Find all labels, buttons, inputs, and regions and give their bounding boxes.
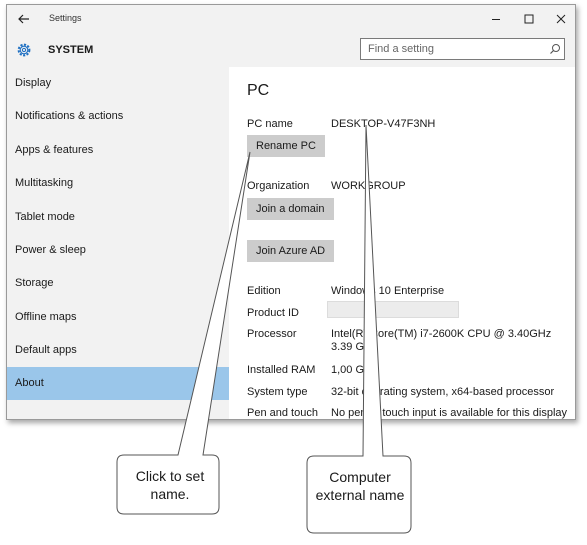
sidebar-item-multitasking[interactable]: Multitasking <box>7 167 229 200</box>
sidebar-item-display[interactable]: Display <box>7 67 229 100</box>
sidebar: Display Notifications & actions Apps & f… <box>7 67 229 419</box>
system-type-label: System type <box>247 386 308 398</box>
callout-left-text: Click to set name. <box>135 468 205 502</box>
join-azure-ad-button[interactable]: Join Azure AD <box>247 240 335 262</box>
organization-label: Organization <box>247 180 310 192</box>
search-icon[interactable] <box>549 43 561 55</box>
processor-label: Processor <box>247 328 297 340</box>
settings-window: Settings SYSTEM Display Notifications & … <box>6 4 576 420</box>
installed-ram-value: 1,00 GB <box>331 364 372 376</box>
sidebar-item-apps-features[interactable]: Apps & features <box>7 134 229 167</box>
pen-touch-value: No pen or touch input is available for t… <box>331 407 568 419</box>
sidebar-item-default-apps[interactable]: Default apps <box>7 334 229 367</box>
page-title: PC <box>247 82 270 99</box>
product-id-redacted <box>327 301 459 318</box>
title-bar: Settings <box>7 5 575 33</box>
sidebar-item-about[interactable]: About <box>7 367 229 400</box>
sidebar-item-storage[interactable]: Storage <box>7 267 229 300</box>
sidebar-item-tablet-mode[interactable]: Tablet mode <box>7 201 229 234</box>
maximize-icon[interactable] <box>520 10 538 28</box>
search-box[interactable] <box>360 38 565 60</box>
sidebar-item-notifications[interactable]: Notifications & actions <box>7 100 229 133</box>
sidebar-item-power-sleep[interactable]: Power & sleep <box>7 234 229 267</box>
installed-ram-label: Installed RAM <box>247 364 316 376</box>
about-content: PC PC name DESKTOP-V47F3NH Rename PC Org… <box>229 67 575 419</box>
edition-value: Windows 10 Enterprise <box>331 285 445 297</box>
join-domain-button[interactable]: Join a domain <box>247 198 334 220</box>
system-type-value: 32-bit operating system, x64-based proce… <box>331 386 555 398</box>
settings-header: SYSTEM <box>7 33 575 67</box>
search-input[interactable] <box>361 39 543 59</box>
sidebar-item-offline-maps[interactable]: Offline maps <box>7 301 229 334</box>
product-id-label: Product ID <box>247 307 299 319</box>
pen-touch-label: Pen and touch <box>247 407 318 419</box>
back-arrow-icon[interactable] <box>15 10 33 28</box>
processor-value: Intel(R) Core(TM) i7-2600K CPU @ 3.40GHz… <box>331 328 552 353</box>
window-title: Settings <box>49 13 82 23</box>
rename-pc-button[interactable]: Rename PC <box>247 135 325 157</box>
edition-label: Edition <box>247 285 281 297</box>
minimize-icon[interactable] <box>487 10 505 28</box>
pc-name-value: DESKTOP-V47F3NH <box>331 118 436 130</box>
pc-name-label: PC name <box>247 118 293 130</box>
organization-value: WORKGROUP <box>331 180 406 192</box>
gear-icon <box>17 43 31 57</box>
section-title: SYSTEM <box>48 44 94 56</box>
close-icon[interactable] <box>552 10 570 28</box>
callout-right-text: Computer external name <box>315 469 405 503</box>
